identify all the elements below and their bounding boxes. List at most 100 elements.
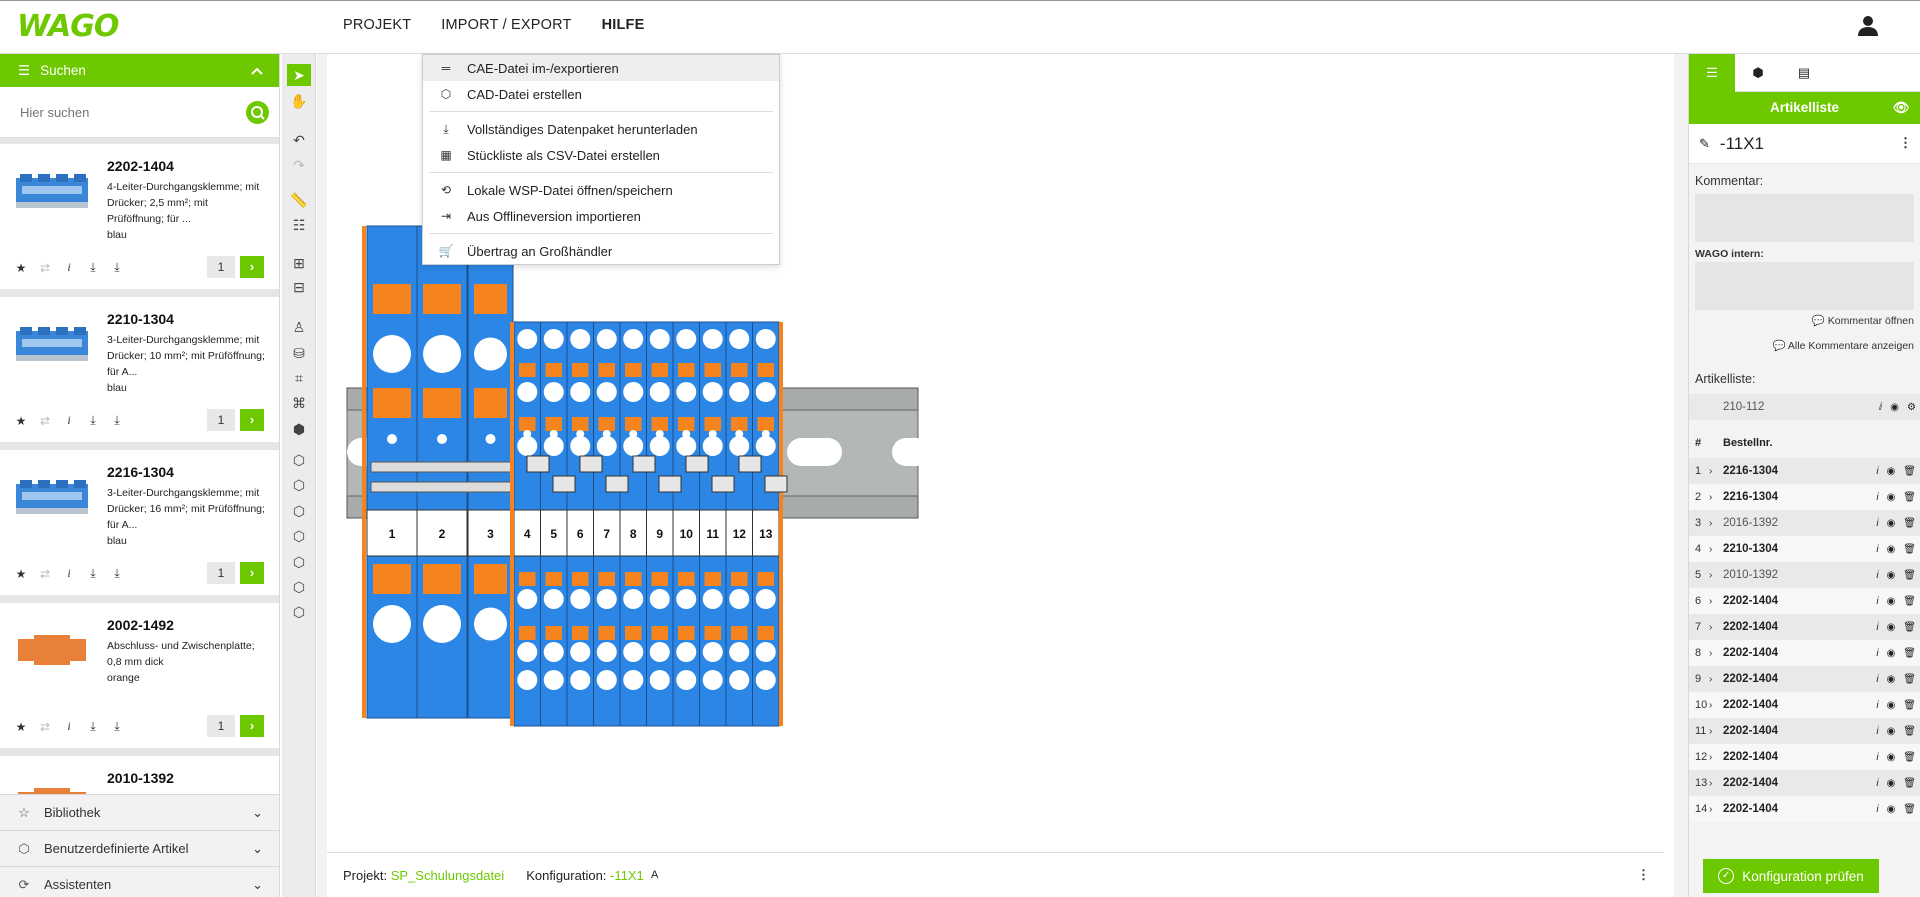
quantity-field[interactable]: 1 [207, 715, 235, 737]
chevron-right-icon[interactable]: › [1709, 752, 1723, 763]
table-row[interactable]: 5 › 2010-1392 i ◉ 🗑 [1689, 562, 1920, 588]
info-icon[interactable]: i [62, 260, 76, 275]
eye-icon[interactable]: ◉ [1887, 804, 1896, 815]
info-icon[interactable]: i [62, 413, 76, 428]
accordion-bibliothek[interactable]: ☆ Bibliothek ⌄ [0, 794, 279, 830]
eye-icon[interactable]: ◉ [1887, 466, 1896, 477]
eye-icon[interactable]: ◉ [1887, 752, 1896, 763]
info-icon[interactable]: i [1876, 466, 1878, 477]
cube-outline-icon[interactable]: ⬡ [287, 576, 311, 598]
compare-icon[interactable]: ⇄ [38, 261, 52, 275]
nav-hilfe[interactable]: HILFE [602, 17, 645, 33]
trash-icon[interactable]: 🗑 [1903, 622, 1916, 633]
info-icon[interactable]: ⅈ [1879, 402, 1883, 413]
download-icon[interactable]: ⤓ [86, 413, 100, 428]
chevron-right-icon[interactable]: › [1709, 700, 1723, 711]
trash-icon[interactable]: 🗑 [1903, 752, 1916, 763]
star-icon[interactable]: ★ [14, 567, 28, 581]
download-alt-icon[interactable]: ⤓ [110, 719, 124, 734]
info-icon[interactable]: i [1876, 726, 1878, 737]
product-thumbnail[interactable] [14, 472, 90, 522]
konfiguration-value[interactable]: -11X1 [610, 868, 644, 883]
cube-icon[interactable]: ⬢ [1735, 54, 1781, 92]
bridge-icon[interactable]: ⌗ [287, 367, 311, 389]
info-icon[interactable]: i [1876, 778, 1878, 789]
accordion-benutzerdefinierte-artikel[interactable]: ⬡ Benutzerdefinierte Artikel ⌄ [0, 830, 279, 866]
info-icon[interactable]: i [1876, 518, 1878, 529]
person-icon[interactable]: ♙ [287, 316, 311, 338]
quantity-field[interactable]: 1 [207, 562, 235, 584]
download-icon[interactable]: ⤓ [86, 719, 100, 734]
nav-import-export[interactable]: IMPORT / EXPORT [441, 17, 571, 33]
trash-icon[interactable]: 🗑 [1903, 492, 1916, 503]
download-alt-icon[interactable]: ⤓ [110, 566, 124, 581]
info-icon[interactable]: i [62, 566, 76, 581]
info-icon[interactable]: i [1876, 700, 1878, 711]
info-icon[interactable]: i [1876, 648, 1878, 659]
compare-icon[interactable]: ⇄ [38, 567, 52, 581]
product-thumbnail[interactable] [14, 625, 90, 675]
table-row[interactable]: 9 › 2202-1404 i ◉ 🗑 [1689, 666, 1920, 692]
eye-icon[interactable]: ◉ [1890, 402, 1899, 413]
result-card[interactable]: 2010-1392Abschluss- und Zwischenplatte; … [0, 756, 279, 794]
eye-icon[interactable]: ◉ [1887, 518, 1896, 529]
chevron-right-icon[interactable]: › [1709, 648, 1723, 659]
table-row[interactable]: 7 › 2202-1404 i ◉ 🗑 [1689, 614, 1920, 640]
jumper-icon[interactable]: ⌘ [287, 392, 311, 414]
chevron-right-icon[interactable]: › [1709, 778, 1723, 789]
search-header[interactable]: ☰ Suchen [0, 54, 279, 87]
menu-cae-datei[interactable]: ═ CAE-Datei im-/exportieren [423, 55, 779, 81]
cube-outline-icon[interactable]: ⬡ [287, 449, 311, 471]
add-to-config-button[interactable]: › [240, 409, 264, 431]
chevron-right-icon[interactable]: › [1709, 674, 1723, 685]
more-vertical-icon[interactable]: ⋮ [1899, 135, 1912, 151]
chevron-right-icon[interactable]: › [1709, 466, 1723, 477]
table-row[interactable]: 3 › 2016-1392 i ◉ 🗑 [1689, 510, 1920, 536]
document-icon[interactable]: ▤ [1781, 54, 1827, 92]
chevron-right-icon[interactable]: › [1709, 544, 1723, 555]
info-icon[interactable]: i [62, 719, 76, 734]
chevron-up-icon[interactable] [251, 64, 263, 79]
cube-outline-icon[interactable]: ⬡ [287, 525, 311, 547]
cylinder-icon[interactable]: ⛁ [287, 342, 311, 364]
eye-icon[interactable]: ◉ [1887, 596, 1896, 607]
result-card[interactable]: 2002-1492 Abschluss- und Zwischenplatte; … [0, 603, 279, 748]
info-icon[interactable]: i [1876, 804, 1878, 815]
wago-intern-textarea[interactable] [1695, 262, 1914, 310]
select-pointer-icon[interactable]: ➤ [287, 64, 311, 86]
chevron-right-icon[interactable]: › [1709, 570, 1723, 581]
part-number[interactable]: 2002-1492 [107, 617, 174, 633]
rail-tool-icon[interactable]: ⊞ [287, 252, 311, 274]
eye-icon[interactable]: ◉ [1887, 492, 1896, 503]
eye-icon[interactable]: ◉ [1887, 700, 1896, 711]
product-thumbnail[interactable] [14, 778, 90, 794]
trash-icon[interactable]: 🗑 [1903, 804, 1916, 815]
eye-icon[interactable]: ◉ [1887, 778, 1896, 789]
info-icon[interactable]: i [1876, 544, 1878, 555]
table-row[interactable]: 12 › 2202-1404 i ◉ 🗑 [1689, 744, 1920, 770]
table-row[interactable]: 10 › 2202-1404 i ◉ 🗑 [1689, 692, 1920, 718]
trash-icon[interactable]: 🗑 [1903, 518, 1916, 529]
hand-pan-icon[interactable]: ✋ [287, 90, 311, 112]
star-icon[interactable]: ★ [14, 261, 28, 275]
star-icon[interactable]: ★ [14, 720, 28, 734]
add-to-config-button[interactable]: › [240, 562, 264, 584]
eye-icon[interactable]: ◉ [1887, 622, 1896, 633]
menu-offline-import[interactable]: ⇥ Aus Offlineversion importieren [423, 203, 779, 229]
download-alt-icon[interactable]: ⤓ [110, 260, 124, 275]
eye-icon[interactable]: ◉ [1887, 726, 1896, 737]
star-icon[interactable]: ★ [14, 414, 28, 428]
redo-icon[interactable]: ↷ [287, 154, 311, 176]
trash-icon[interactable]: 🗑 [1903, 466, 1916, 477]
info-icon[interactable]: i [1876, 622, 1878, 633]
info-icon[interactable]: i [1876, 674, 1878, 685]
download-icon[interactable]: ⤓ [86, 260, 100, 275]
gear-icon[interactable]: ⚙ [1907, 402, 1916, 413]
chevron-right-icon[interactable]: › [1709, 492, 1723, 503]
product-thumbnail[interactable] [14, 319, 90, 369]
part-number[interactable]: 2202-1404 [107, 158, 174, 174]
table-row[interactable]: 11 › 2202-1404 i ◉ 🗑 [1689, 718, 1920, 744]
trash-icon[interactable]: 🗑 [1903, 648, 1916, 659]
table-row[interactable]: 2 › 2216-1304 i ◉ 🗑 [1689, 484, 1920, 510]
cube-outline-icon[interactable]: ⬡ [287, 601, 311, 623]
